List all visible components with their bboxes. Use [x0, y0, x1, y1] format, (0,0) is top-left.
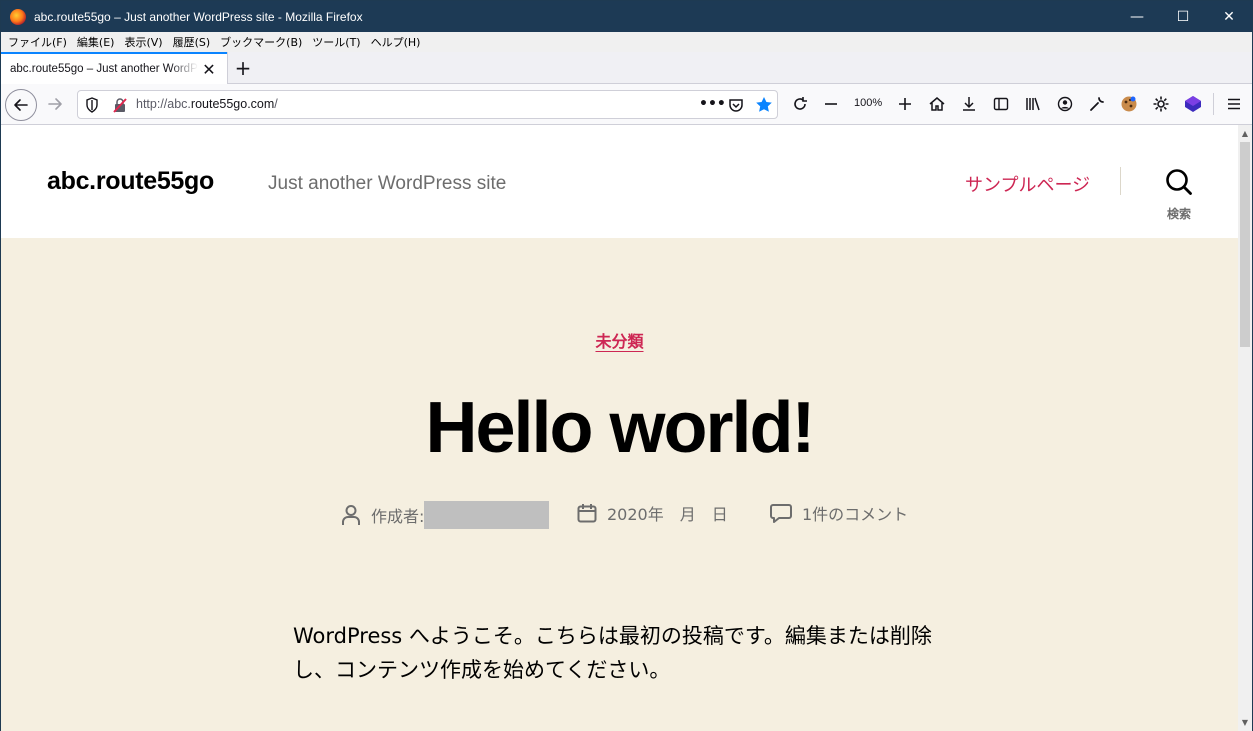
menu-item-sample-page[interactable]: サンプルページ: [965, 171, 1090, 197]
insecure-lock-icon[interactable]: [112, 97, 128, 117]
post-body: WordPress へようこそ。こちらは最初の投稿です。編集または削除し、コンテ…: [293, 624, 932, 682]
scroll-thumb[interactable]: [1240, 142, 1250, 347]
bookmark-star-icon[interactable]: [755, 96, 773, 118]
reload-icon[interactable]: [786, 90, 814, 118]
page-scrollbar[interactable]: ▲ ▼: [1238, 125, 1252, 731]
extension-icon[interactable]: [1179, 90, 1207, 118]
comments-link[interactable]: 1件のコメント: [802, 501, 908, 525]
wrench-icon[interactable]: [1083, 90, 1111, 118]
search-label: 検索: [1166, 207, 1191, 221]
page-content: abc.route55go Just another WordPress sit…: [1, 125, 1238, 731]
shield-icon[interactable]: [85, 97, 99, 117]
zoom-out-icon[interactable]: [817, 90, 845, 118]
zoom-in-icon[interactable]: [891, 90, 919, 118]
post-category: 未分類: [1, 328, 1238, 352]
site-header: abc.route55go Just another WordPress sit…: [1, 125, 1238, 238]
download-icon[interactable]: [955, 90, 983, 118]
post-title: Hello world!: [425, 388, 816, 468]
menu-bar: ファイル(F) 編集(E) 表示(V) 履歴(S) ブックマーク(B) ツール(…: [1, 32, 1252, 52]
minimize-button[interactable]: —: [1114, 1, 1160, 32]
pocket-icon[interactable]: [728, 97, 744, 117]
post-comments: 1件のコメント: [770, 501, 908, 525]
account-icon[interactable]: [1051, 90, 1079, 118]
menu-history[interactable]: 履歴(S): [169, 34, 215, 50]
zoom-level[interactable]: 100%: [854, 97, 882, 109]
menu-edit[interactable]: 編集(E): [73, 34, 119, 50]
url-text[interactable]: http://abc.route55go.com/: [136, 97, 278, 111]
tab-strip: abc.route55go – Just another WordPress s…: [1, 52, 1252, 84]
header-divider: [1120, 167, 1121, 195]
search-icon: [1166, 169, 1192, 195]
title-bar: abc.route55go – Just another WordPress s…: [1, 1, 1252, 32]
home-icon[interactable]: [923, 90, 951, 118]
site-title[interactable]: abc.route55go: [47, 167, 214, 196]
user-icon: [342, 505, 360, 525]
scroll-up-icon[interactable]: ▲: [1238, 125, 1252, 142]
toolbar-separator: [1213, 93, 1214, 115]
menu-help[interactable]: ヘルプ(H): [367, 34, 425, 50]
scroll-down-icon[interactable]: ▼: [1238, 714, 1252, 731]
calendar-icon: [577, 504, 597, 523]
back-icon[interactable]: [5, 89, 37, 121]
search-toggle-button[interactable]: 検索: [1151, 165, 1207, 221]
url-bar[interactable]: http://abc.route55go.com/ •••: [77, 90, 778, 119]
site-description: Just another WordPress site: [268, 173, 507, 194]
menu-file[interactable]: ファイル(F): [4, 34, 71, 50]
menu-view[interactable]: 表示(V): [120, 34, 166, 50]
library-icon[interactable]: [1019, 90, 1047, 118]
gear-icon[interactable]: [1147, 90, 1175, 118]
sidebar-icon[interactable]: [987, 90, 1015, 118]
menu-bookmarks[interactable]: ブックマーク(B): [216, 34, 306, 50]
author-name-redacted[interactable]: [424, 501, 550, 529]
author-label: 作成者:: [371, 507, 425, 526]
menu-tools[interactable]: ツール(T): [308, 34, 364, 50]
post-author: 作成者:: [341, 501, 550, 529]
navigation-bar: http://abc.route55go.com/ ••• 100%: [1, 84, 1252, 125]
more-icon[interactable]: •••: [699, 96, 726, 112]
window-title: abc.route55go – Just another WordPress s…: [34, 9, 363, 24]
close-button[interactable]: ✕: [1206, 1, 1252, 32]
cookie-icon[interactable]: [1115, 90, 1143, 118]
category-link[interactable]: 未分類: [595, 332, 643, 351]
date-text[interactable]: 2020年 月 日: [607, 501, 728, 525]
tab-active[interactable]: abc.route55go – Just another WordPress s…: [1, 52, 227, 84]
new-tab-button[interactable]: +: [231, 56, 255, 80]
comment-icon: [770, 504, 792, 523]
forward-icon[interactable]: [41, 90, 69, 118]
browser-window: abc.route55go – Just another WordPress s…: [0, 0, 1253, 731]
firefox-logo-icon: [10, 8, 26, 25]
hamburger-menu-icon[interactable]: [1220, 90, 1248, 118]
tab-label: abc.route55go – Just another WordPress s…: [10, 63, 198, 75]
tab-close-icon[interactable]: ✕: [200, 60, 218, 79]
maximize-button[interactable]: ☐: [1160, 1, 1206, 32]
post-date: 2020年 月 日: [577, 501, 728, 525]
